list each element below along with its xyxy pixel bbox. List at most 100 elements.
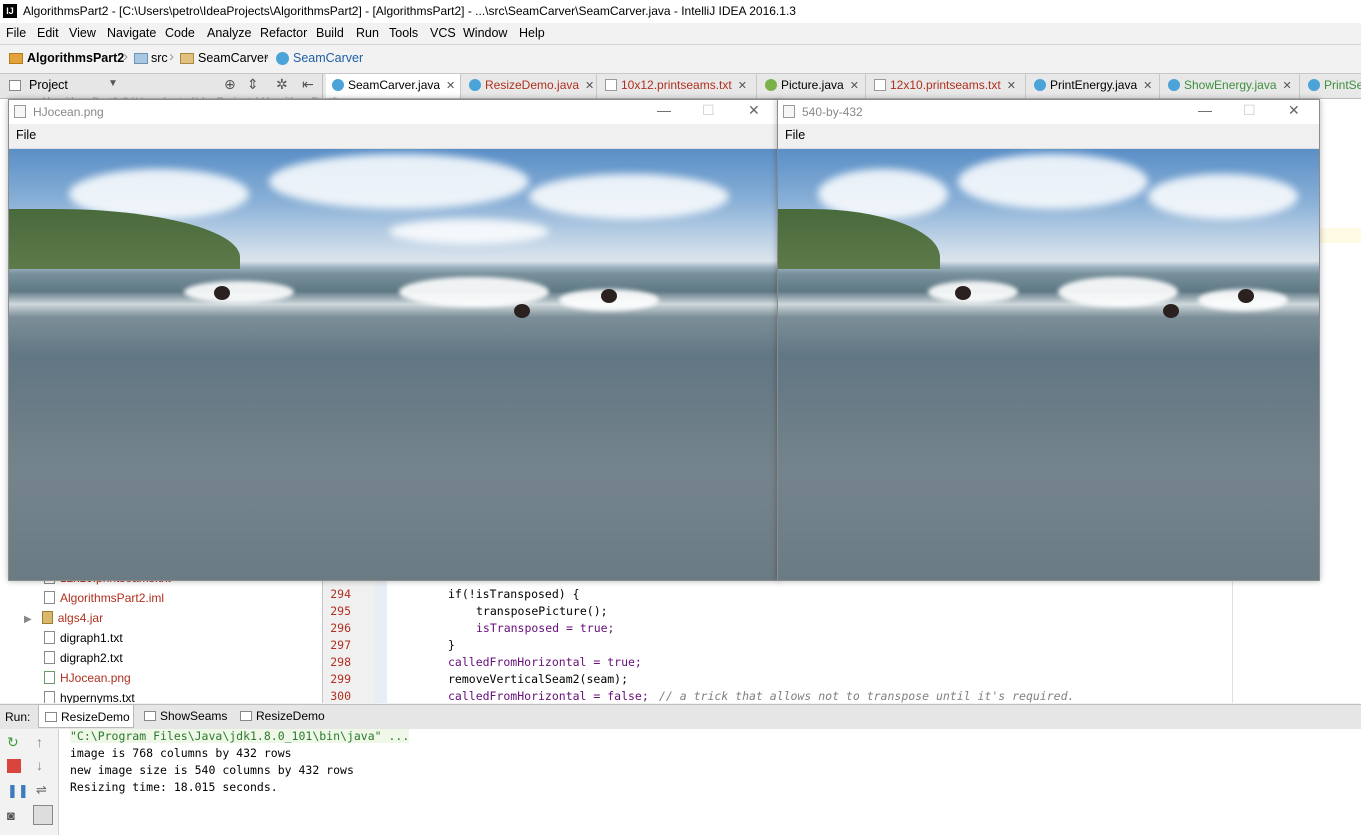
close-icon[interactable]: ✕ <box>748 102 760 119</box>
run-config-icon <box>240 711 252 721</box>
window-title: AlgorithmsPart2 - [C:\Users\petro\IdeaPr… <box>23 4 796 18</box>
text-file-icon <box>874 79 886 91</box>
menu-bar: File Edit View Navigate Code Analyze Ref… <box>0 23 1361 45</box>
project-folder-icon <box>9 53 23 64</box>
close-icon[interactable]: ✕ <box>446 80 455 92</box>
breadcrumb-project[interactable]: AlgorithmsPart2 <box>27 51 124 65</box>
line-number: 294 <box>330 587 351 601</box>
tab-12x10-printseams[interactable]: 12x10.printseams.txt ✕ <box>868 74 1026 98</box>
text-file-icon <box>44 631 55 644</box>
tab-picture-java[interactable]: Picture.java ✕ <box>759 74 866 98</box>
wave-shape <box>399 277 549 307</box>
menu-run[interactable]: Run <box>356 26 379 40</box>
breadcrumb-src[interactable]: src <box>151 51 168 65</box>
menu-edit[interactable]: Edit <box>37 26 59 40</box>
tab-printseams-java[interactable]: PrintSe <box>1302 74 1361 98</box>
cloud-shape <box>529 174 729 219</box>
expand-arrow-icon[interactable]: ▶ <box>24 614 32 625</box>
close-icon[interactable]: ✕ <box>1143 80 1152 92</box>
image-file-icon <box>44 671 55 684</box>
class-icon <box>469 79 481 91</box>
tab-10x12-printseams[interactable]: 10x12.printseams.txt ✕ <box>599 74 757 98</box>
camera-icon[interactable]: ◙ <box>7 808 21 823</box>
image-window-titlebar[interactable]: 540-by-432 — ☐ ✕ <box>778 100 1319 124</box>
java-window-icon <box>783 105 795 118</box>
tree-item-hjocean-png[interactable]: HJocean.png <box>44 671 131 685</box>
maximize-icon[interactable]: ☐ <box>702 102 715 119</box>
tab-printenergy-java[interactable]: PrintEnergy.java ✕ <box>1028 74 1160 98</box>
minimize-icon[interactable]: — <box>657 102 671 118</box>
run-tab-resizedemo[interactable]: ResizeDemo <box>38 704 134 728</box>
tree-item-digraph2[interactable]: digraph2.txt <box>44 651 123 665</box>
menu-analyze[interactable]: Analyze <box>207 26 251 40</box>
run-side-toolbar: ↻ ↑ ↓ ❚❚ ⇌ ◙ <box>0 729 59 835</box>
line-number: 300 <box>330 689 351 703</box>
breadcrumb: AlgorithmsPart2 › src › SeamCarver › Sea… <box>0 45 1361 74</box>
tab-showenergy-java[interactable]: ShowEnergy.java ✕ <box>1162 74 1300 98</box>
maximize-icon[interactable]: ☐ <box>1243 102 1256 119</box>
menu-window[interactable]: Window <box>463 26 507 40</box>
tree-item-label: digraph1.txt <box>60 631 123 645</box>
close-icon[interactable]: ✕ <box>585 80 594 92</box>
breadcrumb-class[interactable]: SeamCarver <box>293 51 363 65</box>
scroll-to-end-icon[interactable] <box>33 805 53 825</box>
image-window-resized[interactable]: 540-by-432 — ☐ ✕ File <box>777 99 1320 581</box>
stop-icon[interactable] <box>7 759 21 773</box>
run-tab-resizedemo-2[interactable]: ResizeDemo <box>234 704 326 728</box>
soft-wrap-icon[interactable]: ⇌ <box>36 782 50 797</box>
tab-label: SeamCarver.java <box>348 78 441 92</box>
menu-vcs[interactable]: VCS <box>430 26 456 40</box>
image-window-original[interactable]: HJocean.png — ☐ ✕ File <box>8 99 779 581</box>
scroll-from-source-icon[interactable]: ⊕ <box>224 76 236 93</box>
collapse-all-icon[interactable]: ⇕ <box>247 76 259 93</box>
project-panel-title[interactable]: Project <box>29 78 68 92</box>
tree-item-iml[interactable]: AlgorithmsPart2.iml <box>44 591 164 605</box>
menu-view[interactable]: View <box>69 26 96 40</box>
menu-code[interactable]: Code <box>165 26 195 40</box>
tree-item-algs4-jar[interactable]: ▶ algs4.jar <box>24 611 103 625</box>
close-icon[interactable]: ✕ <box>738 80 747 92</box>
arrow-up-icon[interactable]: ↑ <box>36 734 50 750</box>
arrow-down-icon[interactable]: ↓ <box>36 757 50 773</box>
menu-refactor[interactable]: Refactor <box>260 26 307 40</box>
tab-label: Picture.java <box>781 78 844 92</box>
chevron-down-icon[interactable]: ▼ <box>108 78 118 89</box>
console-output-line: Resizing time: 18.015 seconds. <box>70 780 278 794</box>
minimize-icon[interactable]: — <box>1198 102 1212 118</box>
image-window-menu-file[interactable]: File <box>785 128 805 142</box>
code-line: if(!isTransposed) { <box>448 587 580 601</box>
tree-item-digraph1[interactable]: digraph1.txt <box>44 631 123 645</box>
run-tab-label: ShowSeams <box>160 709 228 723</box>
menu-file[interactable]: File <box>6 26 26 40</box>
menu-build[interactable]: Build <box>316 26 344 40</box>
image-window-titlebar[interactable]: HJocean.png — ☐ ✕ <box>9 100 778 124</box>
tree-item-hypernyms[interactable]: hypernyms.txt <box>44 691 135 703</box>
menu-navigate[interactable]: Navigate <box>107 26 156 40</box>
tab-seamcarver-java[interactable]: SeamCarver.java ✕ <box>326 74 461 98</box>
close-icon[interactable]: ✕ <box>1283 80 1292 92</box>
cloud-shape <box>1148 174 1298 219</box>
pause-icon[interactable]: ❚❚ <box>7 783 29 798</box>
close-icon[interactable]: ✕ <box>1007 80 1016 92</box>
tab-label: ResizeDemo.java <box>485 78 580 92</box>
menu-help[interactable]: Help <box>519 26 545 40</box>
hide-panel-icon[interactable]: ⇤ <box>302 76 314 93</box>
code-line: } <box>448 638 455 652</box>
class-icon <box>1034 79 1046 91</box>
tab-label: PrintSe <box>1324 78 1361 92</box>
text-file-icon <box>605 79 617 91</box>
breadcrumb-package[interactable]: SeamCarver <box>198 51 268 65</box>
line-number: 299 <box>330 672 351 686</box>
close-icon[interactable]: ✕ <box>1288 102 1300 119</box>
image-window-menu-file[interactable]: File <box>16 128 36 142</box>
gear-icon[interactable]: ✲ <box>276 76 288 93</box>
run-tab-showseams[interactable]: ShowSeams <box>138 704 230 728</box>
breadcrumb-separator: › <box>123 48 128 65</box>
close-icon[interactable]: ✕ <box>850 80 859 92</box>
menu-tools[interactable]: Tools <box>389 26 418 40</box>
console-output-line: image is 768 columns by 432 rows <box>70 746 292 760</box>
line-number: 298 <box>330 655 351 669</box>
ocean-photo <box>9 149 778 580</box>
tab-resizedemo-java[interactable]: ResizeDemo.java ✕ <box>463 74 597 98</box>
rerun-icon[interactable]: ↻ <box>7 734 21 750</box>
